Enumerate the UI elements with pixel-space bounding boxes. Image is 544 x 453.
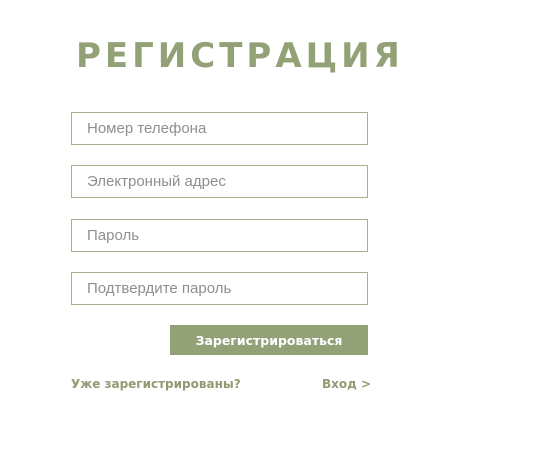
already-registered-text: Уже зарегистрированы? bbox=[71, 377, 241, 391]
page-title: РЕГИСТРАЦИЯ bbox=[76, 36, 404, 76]
phone-input[interactable] bbox=[71, 112, 368, 145]
email-input[interactable] bbox=[71, 165, 368, 198]
register-button[interactable]: Зарегистрироваться bbox=[170, 325, 368, 355]
confirm-password-input[interactable] bbox=[71, 272, 368, 305]
password-input[interactable] bbox=[71, 219, 368, 252]
login-link[interactable]: Вход > bbox=[322, 377, 371, 391]
